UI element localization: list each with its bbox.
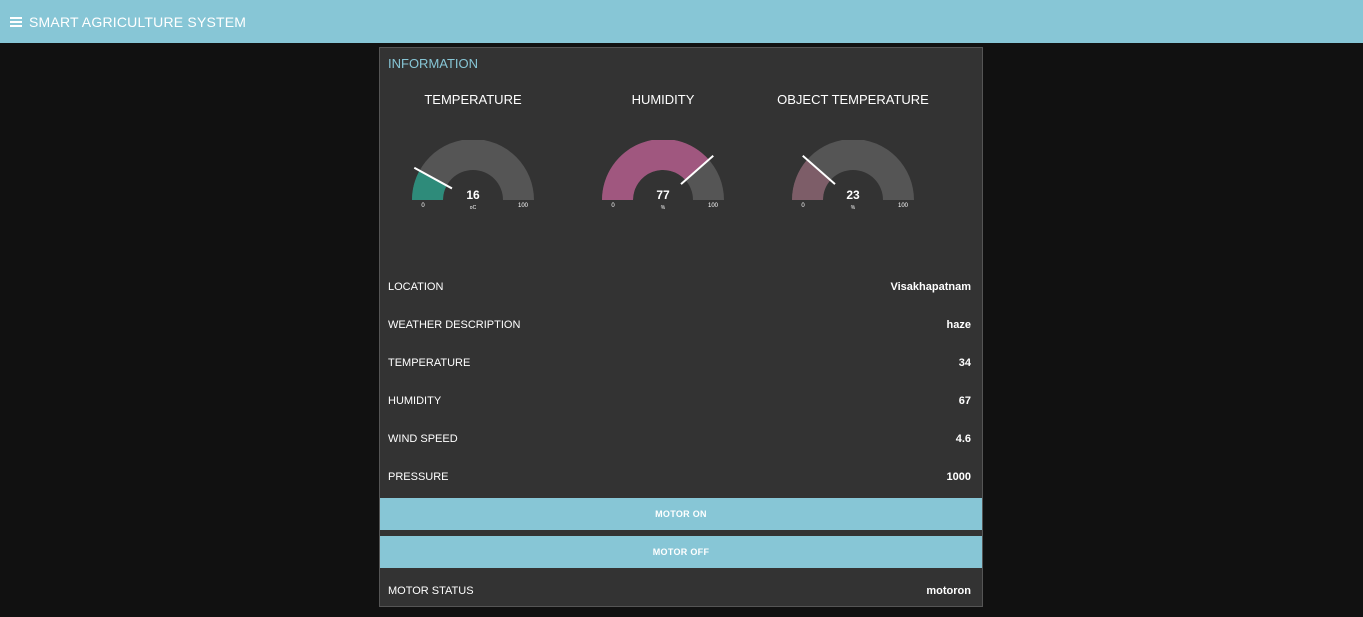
weather-description-row: WEATHER DESCRIPTION haze — [388, 316, 971, 334]
top-toolbar: SMART AGRICULTURE SYSTEM — [0, 0, 1363, 43]
humidity-gauge: HUMIDITY 77% 0 100 — [578, 92, 748, 252]
motor-off-button[interactable]: MOTOR OFF — [380, 536, 982, 568]
gauge-dial: 23% 0 100 — [792, 140, 914, 211]
motor-status-row: MOTOR STATUS motoron — [388, 582, 971, 600]
pressure-row: PRESSURE 1000 — [388, 468, 971, 486]
card-title: INFORMATION — [388, 56, 479, 71]
row-label: WIND SPEED — [388, 433, 458, 445]
gauge-min-label: 0 — [611, 203, 615, 209]
information-card: INFORMATION TEMPERATURE 16 oC 0 100 HUMIDIT… — [379, 47, 983, 607]
row-label: LOCATION — [388, 281, 444, 293]
location-row: LOCATION Visakhapatnam — [388, 278, 971, 296]
row-label: WEATHER DESCRIPTION — [388, 319, 521, 331]
humidity-row: HUMIDITY 67 — [388, 392, 971, 410]
wind-speed-row: WIND SPEED 4.6 — [388, 430, 971, 448]
row-value: motoron — [926, 585, 971, 597]
gauge-max-label: 100 — [898, 203, 909, 209]
gauge-title: OBJECT TEMPERATURE — [777, 92, 929, 107]
row-label: HUMIDITY — [388, 395, 442, 407]
row-value: 34 — [958, 357, 971, 369]
row-label: TEMPERATURE — [388, 357, 471, 369]
gauge-min-label: 0 — [421, 203, 425, 209]
gauge-min-label: 0 — [801, 203, 805, 209]
gauge-value: 16 — [466, 188, 480, 202]
gauge-max-label: 100 — [518, 203, 529, 209]
row-value: Visakhapatnam — [890, 281, 971, 293]
gauge-dial: 77% 0 100 — [602, 140, 724, 211]
temperature-row: TEMPERATURE 34 — [388, 354, 971, 372]
row-value: 4.6 — [955, 433, 971, 445]
row-label: MOTOR STATUS — [388, 585, 474, 597]
app-title: SMART AGRICULTURE SYSTEM — [29, 13, 247, 30]
gauge-value: 77 — [656, 188, 670, 202]
row-value: 67 — [958, 395, 971, 407]
gauge-dial: 16 oC 0 100 — [412, 140, 534, 211]
hamburger-menu-icon[interactable] — [10, 16, 22, 27]
row-value: haze — [946, 319, 971, 331]
gauge-unit: % — [851, 205, 856, 211]
row-label: PRESSURE — [388, 471, 449, 483]
gauge-value: 23 — [846, 188, 860, 202]
motor-on-button[interactable]: MOTOR ON — [380, 498, 982, 530]
gauge-title: TEMPERATURE — [424, 92, 522, 107]
temperature-gauge: TEMPERATURE 16 oC 0 100 — [388, 92, 558, 252]
object-temperature-gauge: OBJECT TEMPERATURE 23% 0 100 — [768, 92, 938, 252]
gauge-title: HUMIDITY — [631, 92, 695, 107]
gauge-unit: % — [661, 205, 666, 211]
row-value: 1000 — [946, 471, 971, 483]
gauge-max-label: 100 — [708, 203, 719, 209]
gauge-unit: oC — [470, 205, 477, 211]
